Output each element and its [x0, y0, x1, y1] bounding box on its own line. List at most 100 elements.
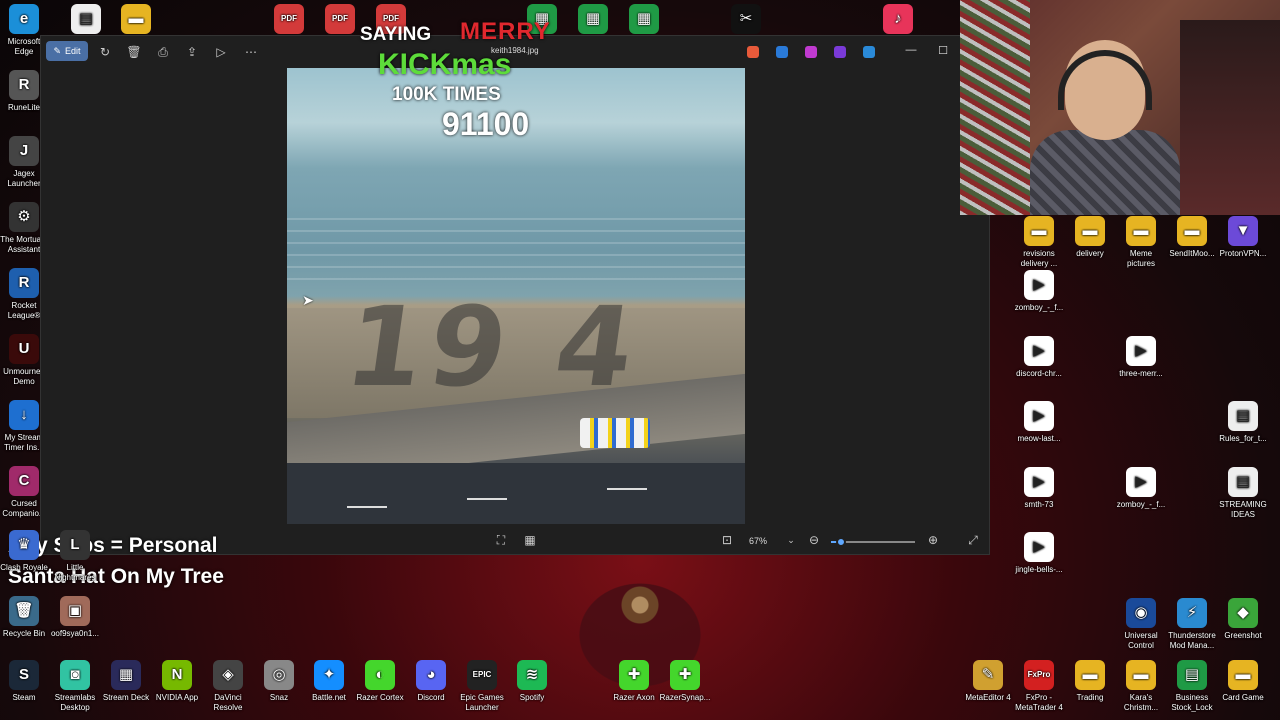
fullscreen-button[interactable]: ⤢ — [961, 530, 985, 550]
desktop-icon[interactable]: PDF — [314, 4, 366, 37]
desktop-icon[interactable]: ▶ zomboy_-_f... — [1013, 270, 1065, 313]
film-strip-button[interactable]: ▦ — [518, 530, 542, 550]
designer-icon[interactable] — [776, 46, 788, 58]
desktop-icon-label: zomboy_-_f... — [1116, 500, 1166, 509]
desktop-icon[interactable]: ▦ — [618, 4, 670, 37]
zoom-slider-thumb[interactable] — [836, 537, 847, 547]
desktop-icon-label: Meme pictures — [1126, 249, 1155, 268]
desktop-icon-label: Battle.net — [312, 693, 346, 702]
print-button[interactable]: ⎙ — [151, 42, 175, 62]
desktop-icon[interactable]: ▤ Business Stock_Lock — [1166, 660, 1218, 713]
desktop-icon[interactable]: ▤ Rules_for_t... — [1217, 401, 1269, 444]
desktop-icon-label: Spotify — [519, 693, 545, 702]
rotate-button[interactable]: ↻ — [93, 42, 117, 62]
app-icon: FxPro — [1024, 660, 1054, 690]
desktop-icon[interactable]: ▼ ProtonVPN... — [1217, 216, 1269, 259]
desktop-icon[interactable]: 🗑 Recycle Bin — [0, 596, 50, 639]
app-icon: ✂ — [731, 4, 761, 34]
onedrive-icon[interactable] — [863, 46, 875, 58]
actual-size-button[interactable]: ⊡ — [715, 530, 739, 550]
police-van — [580, 418, 650, 448]
desktop-icon[interactable]: ▶ discord-chr... — [1013, 336, 1065, 379]
desktop-icon[interactable]: ▬ Kara's Christm... — [1115, 660, 1167, 713]
desktop-icon[interactable]: ✦ Battle.net — [303, 660, 355, 703]
desktop-icon[interactable]: N NVIDIA App — [151, 660, 203, 703]
share-button[interactable]: ⇪ — [180, 42, 204, 62]
more-options-button[interactable]: ⋯ — [239, 42, 263, 62]
desktop-icon[interactable]: ▦ Stream Deck — [100, 660, 152, 703]
desktop-icon-label: Little Nightmares — [54, 563, 96, 582]
desktop-icon[interactable]: ◐ Razer Cortex — [354, 660, 406, 703]
desktop-icon[interactable]: ✚ Razer Axon — [608, 660, 660, 703]
background-shelf — [1180, 20, 1280, 215]
zoom-out-button[interactable]: ⊖ — [802, 530, 826, 550]
desktop-icon[interactable]: ✎ MetaEditor 4 — [962, 660, 1014, 703]
desktop-icon[interactable]: ▤ STREAMING IDEAS — [1217, 467, 1269, 520]
desktop-icon[interactable]: ▬ — [110, 4, 162, 37]
desktop-icon[interactable]: ▦ — [567, 4, 619, 37]
desktop-icon[interactable]: ◈ DaVinci Resolve — [202, 660, 254, 713]
zoom-slider[interactable] — [831, 537, 915, 547]
desktop-icon[interactable]: ◎ Snaz — [253, 660, 305, 703]
copilot-icon[interactable] — [747, 46, 759, 58]
app-icon: R — [9, 268, 39, 298]
zoom-dropdown[interactable]: ⌄ — [779, 530, 803, 550]
app-icon: ✚ — [619, 660, 649, 690]
desktop-icon-label: RazerSynap... — [659, 693, 711, 702]
slideshow-button[interactable]: ▷ — [209, 42, 233, 62]
maximize-button[interactable]: ☐ — [933, 44, 953, 57]
desktop-icon[interactable]: ◙ Streamlabs Desktop — [49, 660, 101, 713]
desktop-icon[interactable]: ⚡ Thunderstore Mod Mana... — [1166, 598, 1218, 651]
desktop-icon[interactable]: ◕ Discord — [405, 660, 457, 703]
desktop-icon[interactable]: ▤ — [60, 4, 112, 37]
road — [287, 463, 745, 524]
desktop-icon[interactable]: ▣ oof9sya0n1... — [49, 596, 101, 639]
desktop-icon[interactable]: ▬ Card Game — [1217, 660, 1269, 703]
desktop-icon[interactable]: ▶ smth-73 — [1013, 467, 1065, 510]
clipchamp-icon[interactable] — [805, 46, 817, 58]
photos-ai-icon[interactable] — [834, 46, 846, 58]
zoom-in-icon: ⊕ — [927, 533, 939, 547]
desktop-icon[interactable]: ▬ delivery — [1064, 216, 1116, 259]
app-icon: ♛ — [9, 530, 39, 560]
desktop-icon[interactable]: S Steam — [0, 660, 50, 703]
zoom-in-button[interactable]: ⊕ — [921, 530, 945, 550]
zoom-level-select[interactable]: 67% — [749, 536, 767, 546]
desktop-icon[interactable]: ▶ three-merr... — [1115, 336, 1167, 379]
app-icon: ✚ — [670, 660, 700, 690]
desktop-icon[interactable]: ▬ Trading — [1064, 660, 1116, 703]
desktop-icon[interactable]: FxPro FxPro - MetaTrader 4 — [1013, 660, 1065, 713]
desktop-icon[interactable]: ▬ Meme pictures — [1115, 216, 1167, 269]
road-marking — [347, 506, 387, 508]
desktop-icon-label: Razer Cortex — [356, 693, 404, 702]
edit-button[interactable]: ✎ Edit — [46, 41, 88, 61]
app-icon: ▬ — [1075, 660, 1105, 690]
desktop-icon[interactable]: ≋ Spotify — [506, 660, 558, 703]
app-icon: ▶ — [1126, 336, 1156, 366]
overlay-counter: 91100 — [442, 106, 530, 142]
desktop-icon[interactable]: EPIC Epic Games Launcher — [456, 660, 508, 713]
desktop-icon-label: Kara's Christm... — [1123, 693, 1159, 712]
desktop-icon[interactable]: ▶ jingle-bells-... — [1013, 532, 1065, 575]
app-icon: C — [9, 466, 39, 496]
desktop-icon[interactable]: ▬ revisions delivery ... — [1013, 216, 1065, 269]
desktop-icon[interactable]: ✂ — [720, 4, 772, 37]
fit-button[interactable]: ⛶ — [489, 530, 513, 550]
app-icon: ▶ — [1024, 467, 1054, 497]
desktop-icon[interactable]: ♪ — [872, 4, 924, 37]
delete-button[interactable]: 🗑 — [122, 42, 146, 62]
app-icon: e — [9, 4, 39, 34]
desktop-icon[interactable]: ♛ Clash Royale — [0, 530, 50, 573]
desktop-icon[interactable]: ▬ SendItMoo... — [1166, 216, 1218, 259]
app-icon: J — [9, 136, 39, 166]
desktop-icon[interactable]: ◆ Greenshot — [1217, 598, 1269, 641]
desktop-icon[interactable]: ◉ Universal Control — [1115, 598, 1167, 651]
desktop-icon[interactable]: PDF — [263, 4, 315, 37]
minimize-button[interactable]: — — [901, 44, 921, 56]
desktop-icon[interactable]: ✚ RazerSynap... — [659, 660, 711, 703]
desktop-icon[interactable]: L Little Nightmares — [49, 530, 101, 583]
app-icon: ▬ — [1228, 660, 1258, 690]
desktop-icon-label: ProtonVPN... — [1219, 249, 1267, 258]
desktop-icon[interactable]: ▶ meow-last... — [1013, 401, 1065, 444]
desktop-icon[interactable]: ▶ zomboy_-_f... — [1115, 467, 1167, 510]
